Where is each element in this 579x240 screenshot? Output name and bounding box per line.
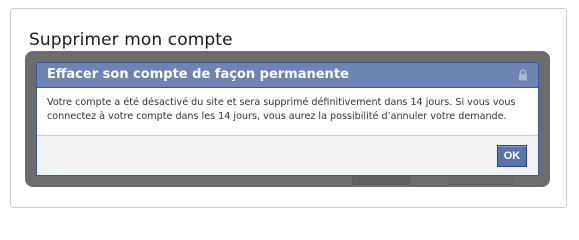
ok-button[interactable]: OK <box>497 145 527 167</box>
dialog-header: Effacer son compte de façon permanente <box>37 63 538 88</box>
page-title: Supprimer mon compte <box>29 30 233 50</box>
dialog-title: Effacer son compte de façon permanente <box>47 67 349 82</box>
lock-icon <box>519 69 527 81</box>
delete-account-dialog: Effacer son compte de façon permanente V… <box>36 62 539 176</box>
dialog-body: Votre compte a été désactivé du site et … <box>37 88 538 128</box>
dialog-footer: OK <box>37 135 538 175</box>
dialog-message: Votre compte a été désactivé du site et … <box>47 97 516 122</box>
